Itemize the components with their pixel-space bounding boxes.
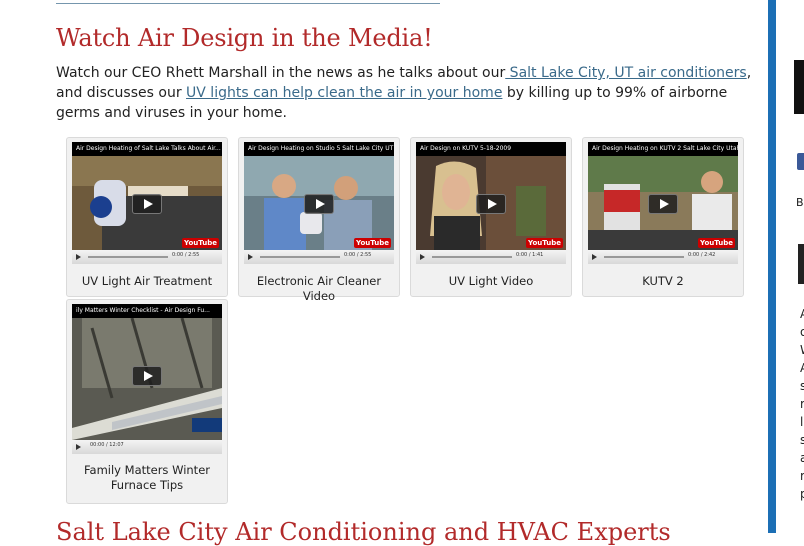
video-thumbnail[interactable]: Air Design on KUTV 5-18-2009 YouTube 0:0… — [416, 142, 566, 264]
progress-bar[interactable] — [260, 256, 340, 258]
sidebar-letter: A — [800, 359, 804, 377]
sidebar-letter: A — [800, 305, 804, 323]
previous-link-underline[interactable] — [56, 0, 440, 4]
play-button-icon[interactable] — [476, 194, 506, 214]
video-title: Air Design on KUTV 5-18-2009 — [416, 142, 566, 156]
youtube-logo-icon: YouTube — [526, 238, 563, 248]
video-card-family-matters[interactable]: ily Matters Winter Checklist - Air Desig… — [66, 299, 228, 504]
next-section-heading: Salt Lake City Air Conditioning and HVAC… — [56, 518, 671, 546]
video-controls[interactable]: 0:00 / 1:41 — [416, 250, 566, 264]
play-small-icon[interactable] — [592, 254, 597, 260]
video-caption[interactable]: KUTV 2 — [587, 274, 739, 289]
sidebar-photo — [798, 244, 804, 284]
sidebar-text-column: A o W A s r l s a r p — [800, 305, 804, 503]
sidebar-letter: W — [800, 341, 804, 359]
video-title: Air Design Heating on KUTV 2 Salt Lake C… — [588, 142, 738, 156]
video-time: 0:00 / 1:41 — [516, 252, 544, 258]
play-small-icon[interactable] — [76, 254, 81, 260]
play-button-icon[interactable] — [304, 194, 334, 214]
play-button-icon[interactable] — [648, 194, 678, 214]
video-caption[interactable]: UV Light Air Treatment — [71, 274, 223, 289]
sidebar-text-fragment: B — [796, 196, 804, 209]
sidebar-letter: p — [800, 487, 804, 501]
progress-bar[interactable] — [432, 256, 512, 258]
youtube-logo-icon: YouTube — [354, 238, 391, 248]
sidebar-letter: s — [800, 433, 804, 447]
video-card-uv-light-air-treatment[interactable]: Air Design Heating of Salt Lake Talks Ab… — [66, 137, 228, 297]
video-thumbnail[interactable]: Air Design Heating of Salt Lake Talks Ab… — [72, 142, 222, 264]
video-title: Air Design Heating of Salt Lake Talks Ab… — [72, 142, 222, 156]
video-title: Air Design Heating on Studio 5 Salt Lake… — [244, 142, 394, 156]
page-title: Watch Air Design in the Media! — [56, 24, 433, 52]
video-card-kutv-2[interactable]: Air Design Heating on KUTV 2 Salt Lake C… — [582, 137, 744, 297]
video-thumbnail[interactable]: ily Matters Winter Checklist - Air Desig… — [72, 304, 222, 454]
video-title: ily Matters Winter Checklist - Air Desig… — [72, 304, 222, 318]
progress-bar[interactable] — [604, 256, 684, 258]
sidebar-letter: a — [800, 451, 804, 465]
uv-lights-link[interactable]: UV lights can help clean the air in your… — [186, 85, 502, 101]
video-controls[interactable]: 0:00 / 2:42 — [588, 250, 738, 264]
video-time: 00:00 / 12:07 — [90, 442, 124, 448]
sidebar-letter: s — [800, 379, 804, 393]
video-time: 0:00 / 2:55 — [172, 252, 200, 258]
video-controls[interactable]: 00:00 / 12:07 — [72, 440, 222, 454]
intro-text-start: Watch our CEO Rhett Marshall in the news… — [56, 65, 506, 81]
video-caption[interactable]: UV Light Video — [415, 274, 567, 289]
video-thumbnail[interactable]: Air Design Heating on KUTV 2 Salt Lake C… — [588, 142, 738, 264]
video-caption[interactable]: Electronic Air Cleaner Video — [243, 274, 395, 304]
video-controls[interactable]: 0:00 / 2:55 — [244, 250, 394, 264]
play-button-icon[interactable] — [132, 194, 162, 214]
play-small-icon[interactable] — [248, 254, 253, 260]
video-time: 0:00 / 2:42 — [688, 252, 716, 258]
facebook-icon[interactable] — [797, 153, 804, 170]
video-thumbnail[interactable]: Air Design Heating on Studio 5 Salt Lake… — [244, 142, 394, 264]
sidebar-letter: l — [800, 415, 804, 429]
video-caption[interactable]: Family Matters Winter Furnace Tips — [71, 463, 223, 493]
youtube-logo-icon: YouTube — [182, 238, 219, 248]
sidebar-letter: r — [800, 397, 804, 411]
video-card-uv-light-video[interactable]: Air Design on KUTV 5-18-2009 YouTube 0:0… — [410, 137, 572, 297]
video-card-electronic-air-cleaner[interactable]: Air Design Heating on Studio 5 Salt Lake… — [238, 137, 400, 303]
play-small-icon[interactable] — [76, 444, 81, 450]
video-time: 0:00 / 2:55 — [344, 252, 372, 258]
ac-link[interactable]: Salt Lake City, UT air conditioners — [505, 65, 747, 81]
sidebar-logo[interactable] — [794, 60, 804, 114]
play-small-icon[interactable] — [420, 254, 425, 260]
right-sidebar: B A o W A s r l s a r p — [768, 0, 804, 533]
play-button-icon[interactable] — [132, 366, 162, 386]
youtube-logo-icon: YouTube — [698, 238, 735, 248]
video-controls[interactable]: 0:00 / 2:55 — [72, 250, 222, 264]
progress-bar[interactable] — [88, 256, 168, 258]
intro-paragraph: Watch our CEO Rhett Marshall in the news… — [56, 63, 756, 123]
sidebar-letter: r — [800, 469, 804, 483]
sidebar-letter: o — [800, 325, 804, 339]
